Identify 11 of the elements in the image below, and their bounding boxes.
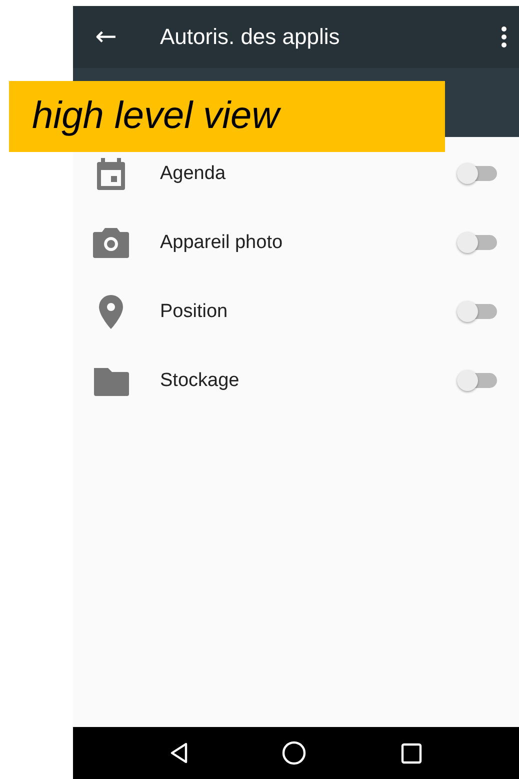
back-nav-icon[interactable] [170, 742, 188, 764]
recents-nav-icon[interactable] [400, 742, 422, 764]
back-button[interactable]: ← [91, 22, 121, 52]
permission-label: Position [160, 300, 229, 322]
more-options-icon[interactable] [501, 26, 507, 48]
permission-label: Agenda [160, 162, 227, 184]
annotation-text: high level view [32, 95, 280, 138]
screen-title: Autoris. des applis [160, 24, 341, 50]
home-nav-icon[interactable] [282, 741, 306, 765]
permission-label: Appareil photo [160, 232, 284, 254]
permission-label: Stockage [160, 370, 240, 392]
